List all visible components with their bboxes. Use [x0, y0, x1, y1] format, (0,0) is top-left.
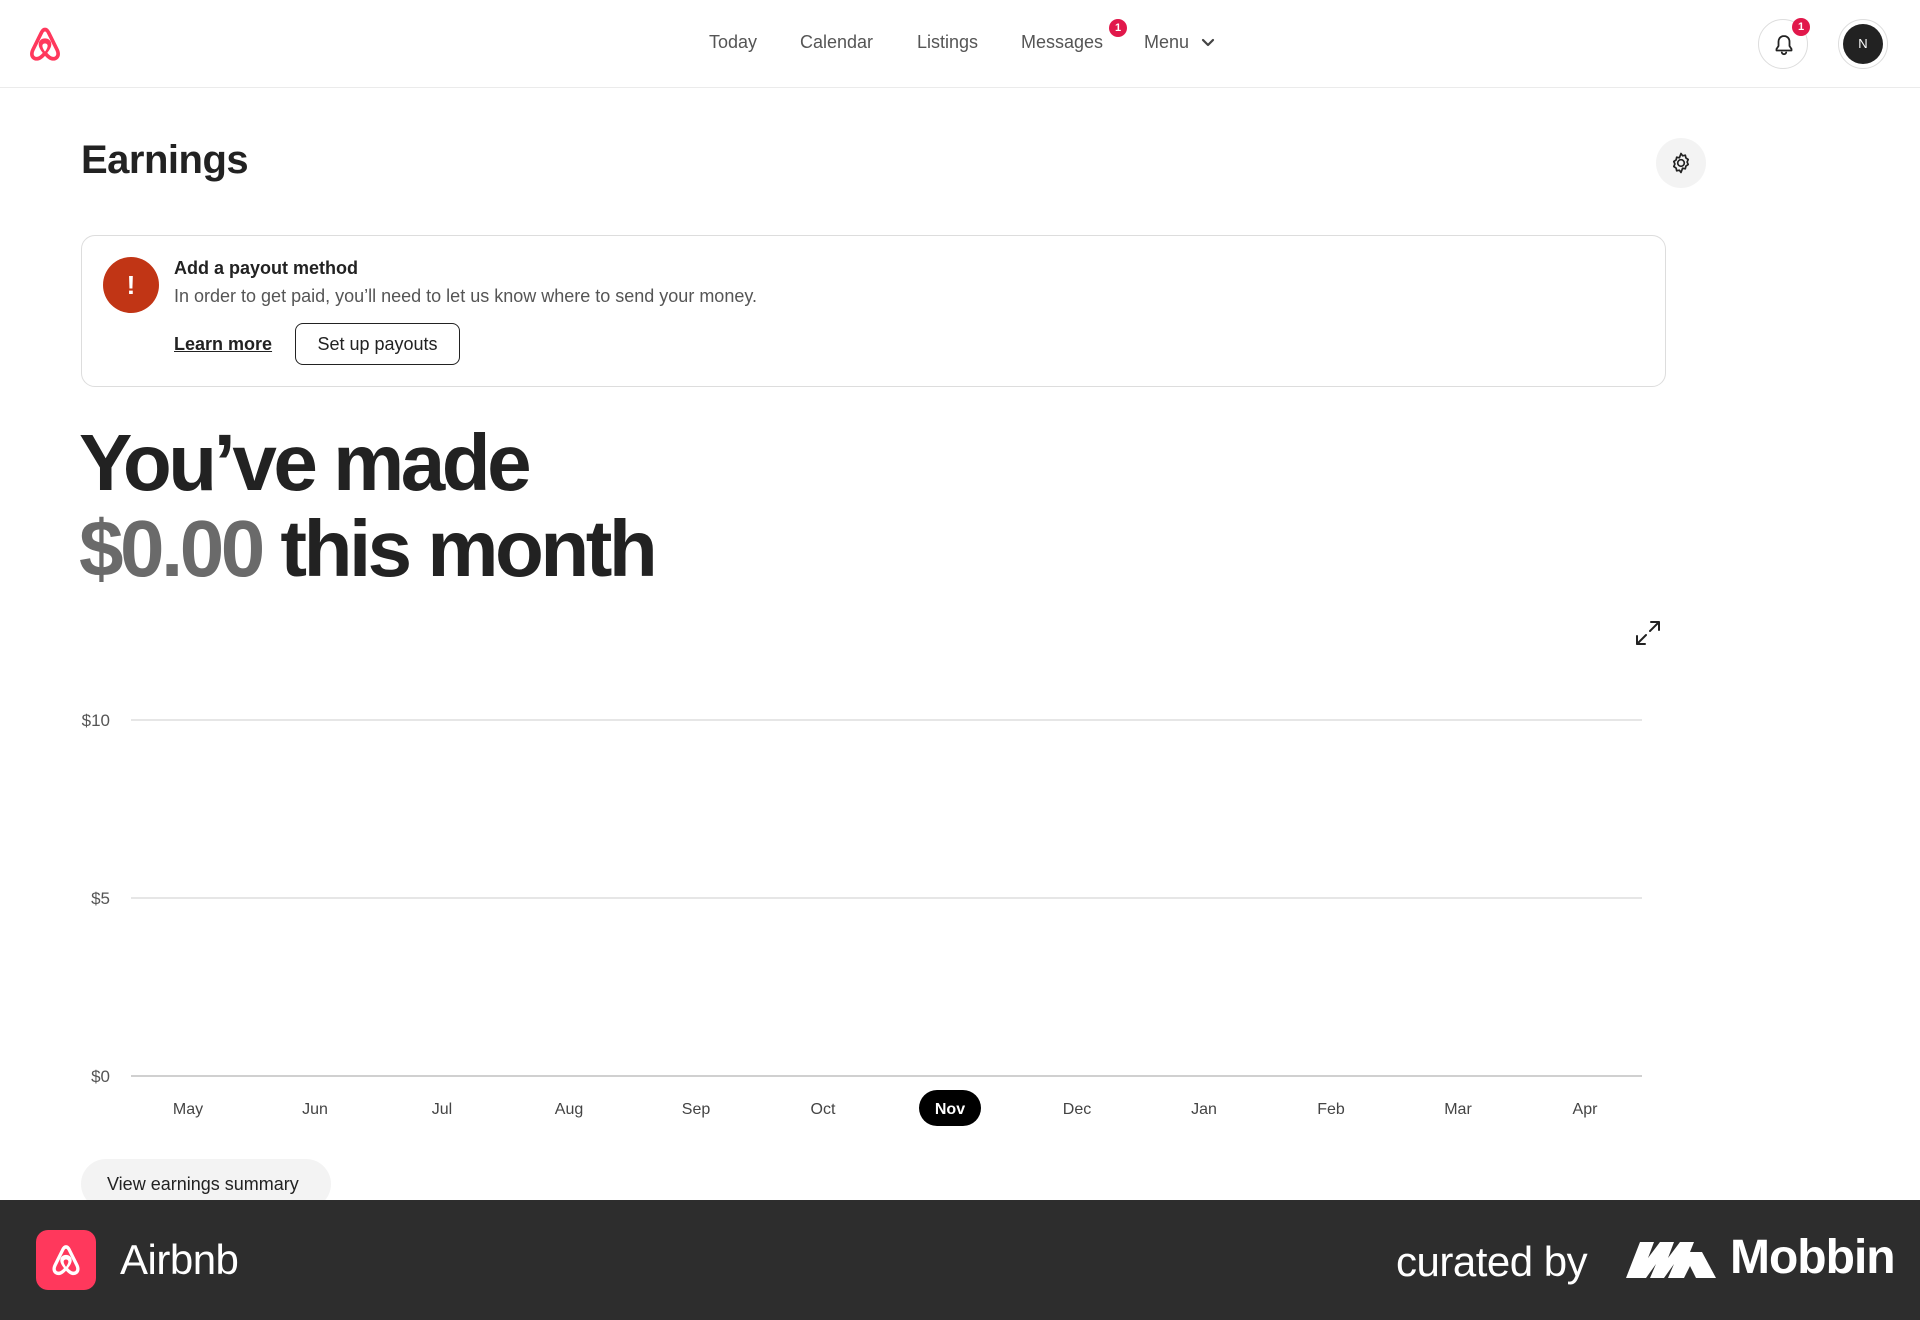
page-title: Earnings — [81, 138, 249, 182]
x-tick-label-feb[interactable]: Feb — [1317, 1101, 1345, 1118]
y-tick-label: $10 — [82, 711, 110, 730]
headline-line1: You’ve made — [79, 418, 532, 507]
avatar: N — [1843, 24, 1883, 64]
set-up-payouts-button[interactable]: Set up payouts — [295, 323, 460, 365]
x-tick-label-nov[interactable]: Nov — [935, 1101, 965, 1118]
headline-line2: $0.00 this month — [79, 504, 658, 593]
x-tick-label-may[interactable]: May — [173, 1101, 203, 1118]
nav-today[interactable]: Today — [709, 32, 757, 53]
x-tick-label-jun[interactable]: Jun — [302, 1101, 328, 1118]
x-tick-label-mar[interactable]: Mar — [1444, 1101, 1472, 1118]
footer-brand: Mobbin — [1730, 1231, 1896, 1284]
x-tick-label-jan[interactable]: Jan — [1191, 1101, 1217, 1118]
footer-app-name: Airbnb — [120, 1236, 239, 1283]
earnings-headline: You’ve made $0.00 this month — [79, 418, 658, 593]
airbnb-logo-icon[interactable] — [24, 22, 66, 66]
airbnb-logo-icon — [52, 1245, 80, 1276]
expand-icon[interactable] — [1632, 617, 1664, 649]
nav-messages[interactable]: Messages — [1021, 32, 1103, 53]
messages-badge: 1 — [1109, 19, 1127, 37]
payout-alert-description: In order to get paid, you’ll need to let… — [174, 286, 758, 306]
headline-suffix: this month — [261, 504, 657, 593]
earnings-chart: $0 $5 $10 May Jun Jul Aug Sep Oct Nov Dec Jan Feb Mar… — [82, 711, 1642, 1126]
x-tick-label-dec[interactable]: Dec — [1063, 1101, 1091, 1118]
alert-icon: ! — [103, 257, 159, 313]
payout-alert-card: ! Add a payout method In order to get pa… — [81, 235, 1666, 387]
notifications-badge: 1 — [1792, 18, 1810, 36]
y-tick-label: $5 — [91, 889, 110, 908]
airbnb-app-icon — [36, 1230, 96, 1290]
earnings-amount: $0.00 — [79, 504, 265, 593]
nav-menu[interactable]: Menu — [1144, 32, 1189, 53]
mobbin-logo-icon — [1626, 1242, 1716, 1278]
settings-button[interactable] — [1656, 138, 1706, 188]
y-tick-label: $0 — [91, 1067, 110, 1086]
top-nav-bar: Today Calendar Listings Messages 1 Menu … — [0, 0, 1920, 88]
x-tick-label-apr[interactable]: Apr — [1573, 1101, 1599, 1118]
x-tick-label-aug[interactable]: Aug — [555, 1101, 583, 1118]
payout-alert-title: Add a payout method — [174, 258, 358, 278]
x-tick-label-sep[interactable]: Sep — [682, 1101, 711, 1118]
profile-button[interactable]: N — [1838, 19, 1888, 69]
footer-curated-by: curated by — [1396, 1238, 1588, 1285]
x-tick-label-oct[interactable]: Oct — [811, 1101, 836, 1118]
bell-icon — [1775, 35, 1793, 56]
learn-more-link[interactable]: Learn more — [174, 334, 272, 355]
chevron-down-icon[interactable] — [1199, 37, 1217, 49]
gear-icon — [1672, 152, 1690, 174]
nav-calendar[interactable]: Calendar — [800, 32, 873, 53]
x-tick-label-jul[interactable]: Jul — [432, 1101, 452, 1118]
nav-listings[interactable]: Listings — [917, 32, 978, 53]
footer-bar: Airbnb curated by Mobbin — [0, 1200, 1920, 1320]
